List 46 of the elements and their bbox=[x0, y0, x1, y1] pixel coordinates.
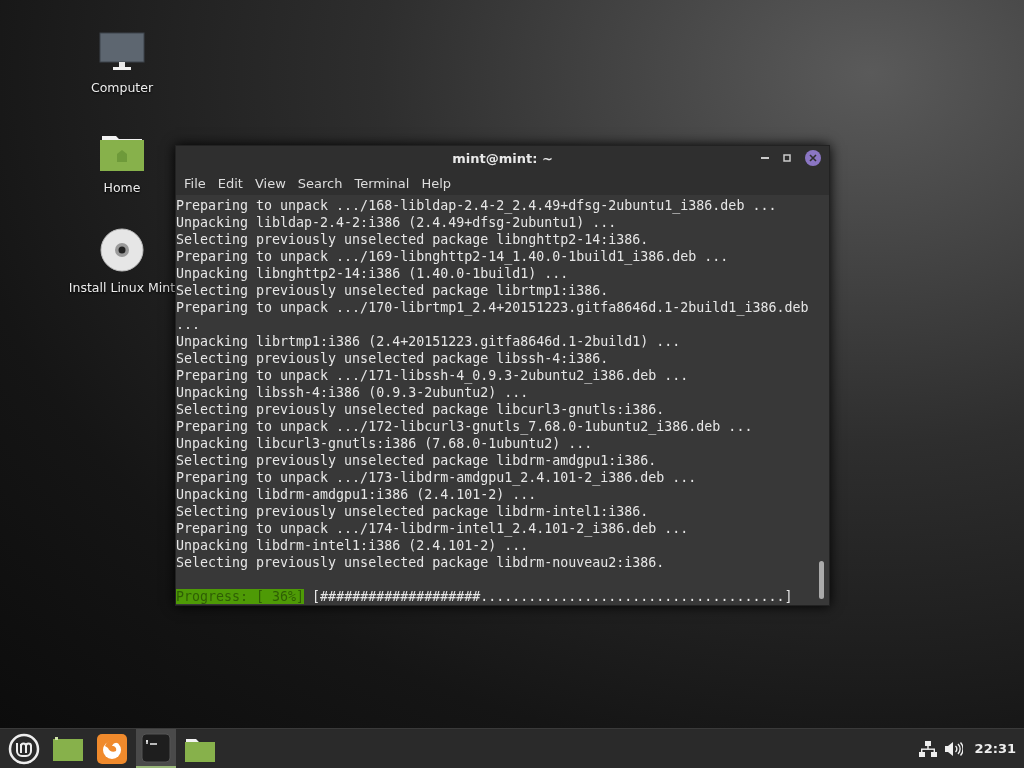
progress-bar-text: [####################......................................] bbox=[312, 589, 793, 604]
terminal-line: Preparing to unpack .../168-libldap-2.4-2_2.4.49+dfsg-2ubuntu1_i386.deb ... bbox=[176, 197, 778, 214]
terminal-line: Preparing to unpack .../170-librtmp1_2.4+20151223.gitfa8646d.1-2build1_i386.deb bbox=[176, 299, 810, 316]
desktop-icon-label[interactable]: Install Linux Mint bbox=[68, 280, 176, 295]
terminal-line: Unpacking libcurl3-gnutls:i386 (7.68.0-1ubuntu2) ... bbox=[176, 435, 594, 452]
terminal-line: Preparing to unpack .../173-libdrm-amdgpu1_2.4.101-2_i386.deb ... bbox=[176, 469, 698, 486]
menu-item[interactable]: Terminal bbox=[348, 175, 416, 191]
taskbar-button[interactable] bbox=[136, 729, 176, 768]
window-titlebar[interactable]: mint@mint: ~ bbox=[176, 146, 829, 171]
menu-logo-icon bbox=[8, 732, 40, 765]
terminal-line: Selecting previously unselected package librtmp1:i386. bbox=[176, 282, 610, 299]
maximize-icon[interactable] bbox=[783, 154, 791, 162]
menu-item[interactable]: Search bbox=[291, 175, 349, 191]
desktop-icon-label[interactable]: Home bbox=[103, 180, 141, 195]
close-icon[interactable] bbox=[805, 150, 821, 166]
terminal-line: Unpacking libdrm-intel1:i386 (2.4.101-2) ... bbox=[176, 537, 530, 554]
terminal-line: Selecting previously unselected package libdrm-nouveau2:i386. bbox=[176, 554, 666, 571]
terminal-line: ... bbox=[176, 316, 202, 333]
network-icon[interactable] bbox=[918, 740, 937, 757]
clock[interactable]: 22:31 bbox=[970, 741, 1020, 756]
terminal-line: Preparing to unpack .../172-libcurl3-gnutls_7.68.0-1ubuntu2_i386.deb ... bbox=[176, 418, 754, 435]
volume-icon[interactable] bbox=[944, 740, 963, 757]
desktop-icon-label[interactable]: Computer bbox=[90, 80, 154, 95]
terminal-line: Preparing to unpack .../171-libssh-4_0.9.3-2ubuntu2_i386.deb ... bbox=[176, 367, 690, 384]
terminal-line: Unpacking libdrm-amdgpu1:i386 (2.4.101-2) ... bbox=[176, 486, 538, 503]
terminal-line: Unpacking libldap-2.4-2:i386 (2.4.49+dfsg-2ubuntu1) ... bbox=[176, 214, 618, 231]
menu-item[interactable]: File bbox=[178, 175, 212, 191]
menu-item[interactable]: Help bbox=[415, 175, 458, 191]
menu-item[interactable]: View bbox=[248, 175, 292, 191]
terminal-line: Unpacking libssh-4:i386 (0.9.3-2ubuntu2) ... bbox=[176, 384, 530, 401]
terminal-icon bbox=[141, 732, 171, 763]
browser-icon bbox=[97, 733, 127, 764]
show-desktop-icon bbox=[52, 735, 84, 762]
terminal-line: Selecting previously unselected package libcurl3-gnutls:i386. bbox=[176, 401, 666, 418]
window-title: mint@mint: ~ bbox=[452, 151, 553, 166]
terminal-line: Unpacking libnghttp2-14:i386 (1.40.0-1build1) ... bbox=[176, 265, 570, 282]
terminal-line: Unpacking librtmp1:i386 (2.4+20151223.gitfa8646d.1-2build1) ... bbox=[176, 333, 682, 350]
terminal-line: Selecting previously unselected package libdrm-amdgpu1:i386. bbox=[176, 452, 658, 469]
scrollbar-thumb[interactable] bbox=[819, 561, 824, 599]
terminal-line: Selecting previously unselected package libnghttp2-14:i386. bbox=[176, 231, 650, 248]
menu-item[interactable]: Edit bbox=[211, 175, 249, 191]
terminal-line: Selecting previously unselected package libdrm-intel1:i386. bbox=[176, 503, 650, 520]
terminal-line: Preparing to unpack .../174-libdrm-intel1_2.4.101-2_i386.deb ... bbox=[176, 520, 690, 537]
progress-label: Progress: [ 36%] bbox=[176, 589, 305, 604]
terminal-line: Preparing to unpack .../169-libnghttp2-14_1.40.0-1build1_i386.deb ... bbox=[176, 248, 730, 265]
terminal-line: Selecting previously unselected package libssh-4:i386. bbox=[176, 350, 610, 367]
